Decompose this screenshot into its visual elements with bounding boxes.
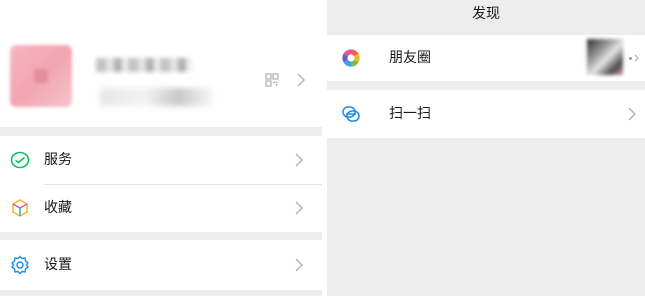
chevron-right-icon (296, 72, 306, 88)
discover-item-moments[interactable]: 朋友圈 (327, 35, 645, 81)
scan-icon (341, 104, 361, 124)
service-icon (10, 150, 30, 170)
menu-item-favorites[interactable]: 收藏 (0, 184, 322, 232)
moments-icon (341, 48, 361, 68)
menu-item-service[interactable]: 服务 (0, 136, 322, 184)
chevron-right-icon (627, 106, 637, 122)
discover-panel: 发现 朋友圈 扫一扫 (327, 0, 645, 296)
nickname-redacted (96, 58, 192, 72)
moments-thumbnail-redacted (587, 39, 623, 75)
me-panel: 服务 收藏 设置 (0, 0, 322, 296)
discover-item-scan[interactable]: 扫一扫 (327, 90, 645, 138)
menu-item-label: 设置 (44, 257, 72, 273)
menu-item-label: 服务 (44, 152, 72, 168)
page-title: 发现 (472, 6, 500, 22)
profile-header[interactable] (0, 0, 322, 127)
avatar[interactable] (10, 45, 72, 107)
favorites-icon (10, 198, 30, 218)
qr-code-icon[interactable] (265, 72, 279, 87)
discover-item-label: 朋友圈 (389, 50, 431, 66)
chevron-right-icon (294, 152, 304, 168)
menu-item-label: 收藏 (44, 200, 72, 216)
discover-item-label: 扫一扫 (389, 106, 431, 122)
wechat-id-redacted (100, 88, 212, 106)
chevron-right-icon (294, 257, 304, 273)
settings-icon (10, 255, 30, 275)
divider (44, 184, 322, 185)
chevron-right-icon (631, 50, 641, 66)
menu-item-settings[interactable]: 设置 (0, 240, 322, 290)
chevron-right-icon (294, 200, 304, 216)
